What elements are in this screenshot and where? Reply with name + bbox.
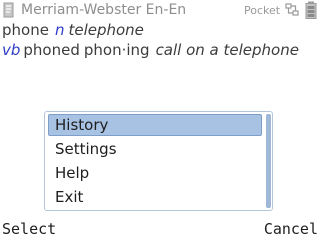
entry-headword-line: phone n telephone bbox=[2, 20, 144, 40]
options-menu: History Settings Help Exit bbox=[44, 111, 273, 211]
battery-icon bbox=[305, 1, 317, 19]
menu-scrollbar[interactable] bbox=[266, 114, 271, 208]
part-of-speech-verb: vb bbox=[2, 41, 21, 59]
menu-item-settings[interactable]: Settings bbox=[55, 137, 255, 161]
connectivity-icon bbox=[285, 3, 299, 16]
part-of-speech-noun: n bbox=[54, 21, 65, 39]
menu-item-help[interactable]: Help bbox=[55, 161, 255, 185]
headword: phone bbox=[2, 21, 49, 39]
cancel-softkey[interactable]: Cancel bbox=[264, 219, 318, 239]
select-softkey[interactable]: Select bbox=[2, 219, 56, 239]
definition-verb: call on a telephone bbox=[155, 41, 299, 59]
menu-item-exit[interactable]: Exit bbox=[55, 185, 255, 209]
menu-scrollbar-thumb[interactable] bbox=[266, 114, 271, 208]
app-title: Merriam-Webster En-En bbox=[21, 1, 243, 19]
verb-variant: phon·ing bbox=[83, 41, 150, 59]
title-bar: Merriam-Webster En-En Pocket bbox=[0, 0, 320, 20]
definition-noun: telephone bbox=[68, 21, 144, 39]
menu-item-history[interactable]: History bbox=[55, 113, 255, 137]
mode-label: Pocket bbox=[244, 4, 281, 17]
verb-forms: phoned bbox=[23, 41, 80, 59]
entry-verb-line: vb phoned phon·ing call on a telephone bbox=[2, 40, 299, 60]
book-app-icon bbox=[3, 2, 14, 18]
